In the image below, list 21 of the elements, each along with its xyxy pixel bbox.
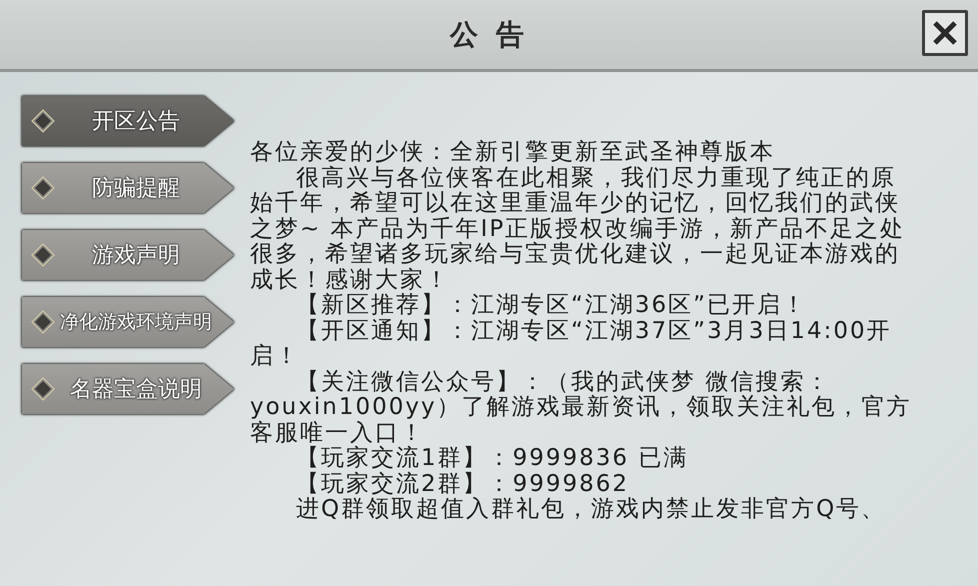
tab[interactable]: 净化游戏环境声明: [22, 297, 234, 347]
diamond-icon: [30, 309, 56, 335]
diamond-icon: [30, 376, 56, 402]
diamond-icon: [30, 242, 56, 268]
announcement-paragraph: 【开区通知】：江湖专区“江湖37区”3月3日14:00开启！: [250, 318, 893, 370]
diamond-icon: [30, 175, 56, 201]
announcement-paragraph: 【新区推荐】：江湖专区“江湖36区”已开启！: [295, 293, 808, 318]
announcement-paragraph: 各位亲爱的少侠：全新引擎更新至武圣神尊版本: [250, 140, 776, 166]
tab[interactable]: 游戏声明: [22, 230, 234, 280]
window-title: 公 告: [450, 16, 528, 52]
diamond-icon: [30, 108, 56, 134]
close-icon: [932, 20, 958, 46]
tab[interactable]: 名器宝盒说明: [22, 364, 234, 414]
close-button[interactable]: [922, 10, 968, 56]
announcement-paragraph: 进Q群领取超值入群礼包，游戏内禁止发非官方Q号、: [295, 497, 888, 522]
announcement-paragraph: 很高兴与各位侠客在此相聚，我们尽力重现了纯正的原始千年，希望可以在这里重温年少的记忆，回忆我们的武侠之梦~ 本产品为千年IP正版授权改编手游，新产品不足之处很多，希望诸多玩家给与宝贵优化建议，一起见证本游戏的成长！感谢大家！: [250, 166, 906, 292]
tab[interactable]: 防骗提醒: [22, 163, 234, 213]
tab[interactable]: 开区公告: [22, 96, 234, 146]
announcement-paragraph: 【关注微信公众号】：（我的武侠梦 微信搜索：youxin1000yy）了解游戏最新资讯，领取关注礼包，官方客服唯一入口！: [250, 370, 913, 446]
announcement-paragraph: 【玩家交流1群】：9999836 已满: [295, 446, 690, 472]
announcement-paragraph: 【玩家交流2群】：9999862: [295, 472, 630, 496]
